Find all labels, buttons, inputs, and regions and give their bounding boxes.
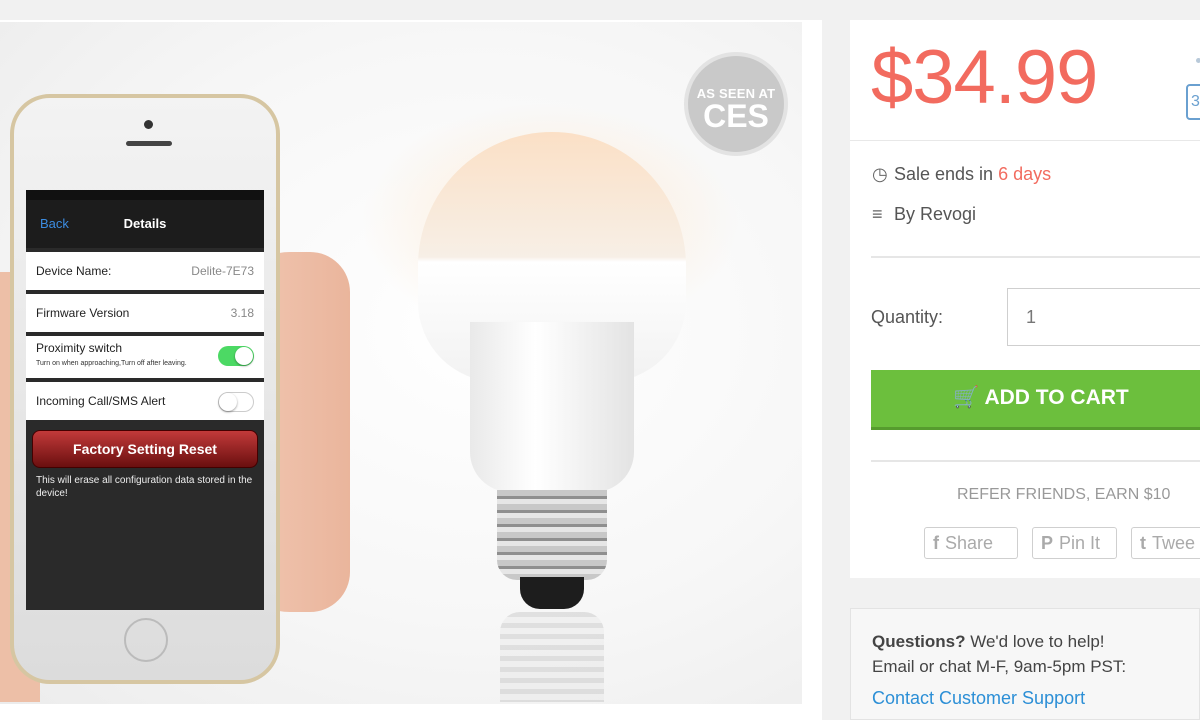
call-alert-toggle — [218, 392, 254, 412]
phone-home-button — [124, 618, 168, 662]
add-to-cart-button[interactable]: 🛒 ADD TO CART — [871, 370, 1200, 430]
help-hours: Email or chat M-F, 9am-5pm PST: — [872, 657, 1127, 676]
sale-days: 6 days — [998, 164, 1052, 184]
price: $34.99 — [871, 35, 1098, 120]
badge-dot — [1196, 58, 1200, 63]
pinterest-pin-button[interactable]: P Pin It — [1032, 527, 1117, 559]
phone-row-firmware: Firmware Version 3.18 — [26, 294, 264, 332]
phone-row-value: 3.18 — [230, 306, 254, 320]
phone-camera — [144, 120, 153, 129]
phone-row-sublabel: Turn on when approaching,Turn off after … — [36, 360, 187, 367]
phone-screen: Back Details Device Name: Delite-7E73 Fi… — [26, 190, 264, 610]
clock-icon: ◷ — [872, 164, 888, 184]
proximity-toggle — [218, 346, 254, 366]
divider — [871, 256, 1200, 258]
tweet-label: Twee — [1152, 533, 1196, 553]
bulb-neck — [470, 322, 634, 492]
bulb-tip — [520, 577, 584, 609]
ces-badge: AS SEEN AT CES — [684, 52, 788, 156]
facebook-icon: f — [933, 533, 939, 553]
phone-row-label: Incoming Call/SMS Alert — [36, 394, 166, 408]
sale-ends: ◷ Sale ends in 6 days — [872, 164, 1051, 185]
twitter-tweet-button[interactable]: t Twee — [1131, 527, 1200, 559]
help-question: Questions? We'd love to help! — [872, 632, 1105, 652]
phone-row-value: Delite-7E73 — [191, 264, 254, 278]
phone-row-label: Proximity switch — [36, 341, 123, 355]
bulb-reflection — [500, 612, 604, 702]
phone: Back Details Device Name: Delite-7E73 Fi… — [10, 94, 280, 684]
reset-warning-text: This will erase all configuration data s… — [36, 475, 253, 499]
cutoff-badge[interactable]: 3 — [1186, 84, 1200, 120]
pinterest-icon: P — [1041, 533, 1054, 553]
phone-row-call-alert: Incoming Call/SMS Alert — [26, 382, 264, 420]
bulb-screw-base — [497, 490, 607, 580]
quantity-label: Quantity: — [871, 307, 944, 327]
contact-support-link[interactable]: Contact Customer Support — [872, 688, 1085, 709]
add-to-cart-label: ADD TO CART — [984, 386, 1129, 409]
share-label: Share — [945, 533, 994, 553]
help-question-bold: Questions? — [872, 632, 966, 651]
product-photo[interactable]: AS SEEN AT CES Back Details Device Name:… — [0, 22, 802, 704]
refer-friends-text: REFER FRIENDS, EARN $10 — [957, 486, 1171, 503]
cart-icon: 🛒 — [953, 386, 980, 409]
sale-prefix: Sale ends in — [894, 164, 999, 184]
twitter-icon: t — [1140, 533, 1146, 553]
factory-reset-button: Factory Setting Reset — [32, 430, 258, 468]
layers-icon: ≡ — [872, 204, 883, 224]
ces-badge-line2: CES — [703, 98, 769, 134]
phone-row-proximity: Proximity switch Turn on when approachin… — [26, 336, 264, 378]
phone-speaker — [126, 141, 172, 146]
divider — [850, 140, 1200, 141]
phone-navbar: Back Details — [26, 200, 264, 248]
phone-row-label: Firmware Version — [36, 306, 130, 320]
facebook-share-button[interactable]: f Share — [924, 527, 1018, 559]
divider — [871, 460, 1200, 462]
vendor-label: By Revogi — [894, 204, 977, 224]
vendor: ≡ By Revogi — [872, 204, 976, 225]
phone-nav-title: Details — [123, 216, 167, 231]
help-question-rest: We'd love to help! — [965, 632, 1105, 651]
pin-label: Pin It — [1059, 533, 1101, 553]
phone-row-device-name: Device Name: Delite-7E73 — [26, 252, 264, 290]
phone-status-bar — [26, 190, 264, 200]
quantity-input[interactable]: 1 — [1007, 288, 1200, 346]
phone-row-label: Device Name: — [36, 264, 112, 278]
